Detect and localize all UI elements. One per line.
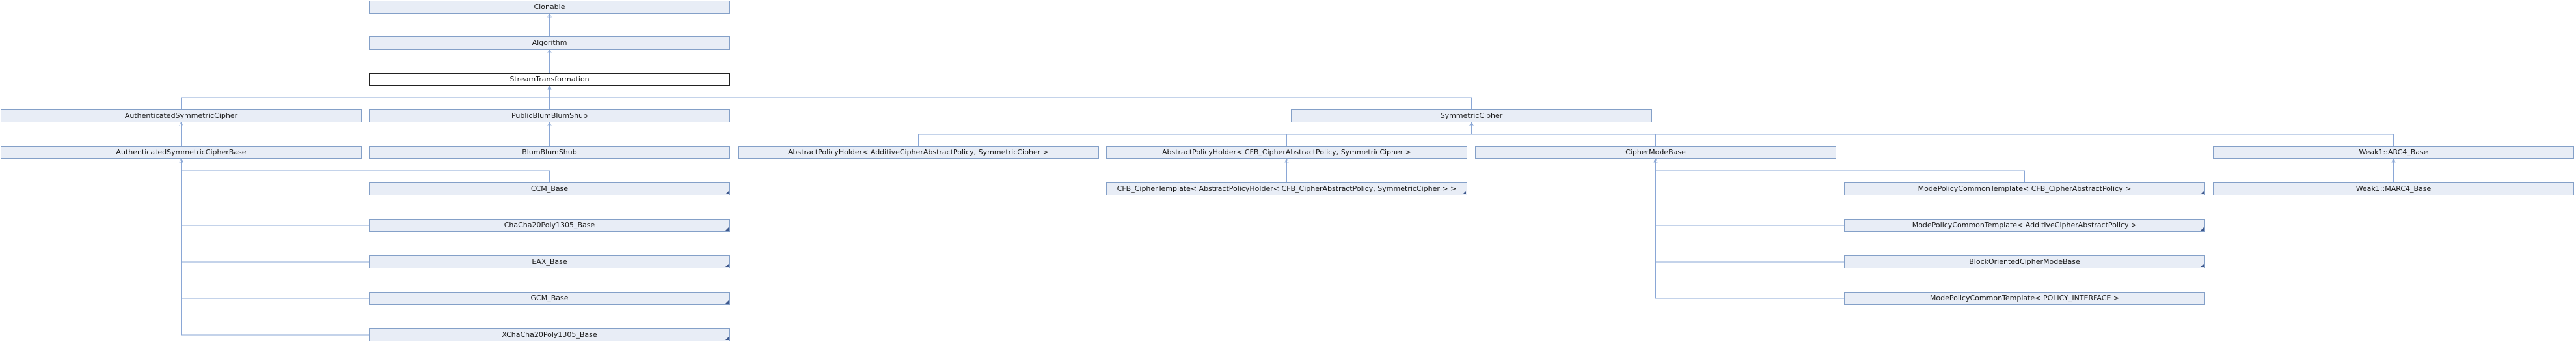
edge-gcm_base-to-authenticated_symmetric_cipher_base xyxy=(182,159,369,299)
node-block-oriented-cipher-mode-base[interactable]: BlockOrientedCipherModeBase xyxy=(1844,255,2205,268)
node-xchacha20poly1305-base[interactable]: XChaCha20Poly1305_Base xyxy=(369,328,730,341)
node-stream-transformation: StreamTransformation xyxy=(369,73,730,86)
edge-block_oriented_cipher_mode_base-to-cipher_mode_base xyxy=(1656,159,1844,263)
node-mode-policy-cfb[interactable]: ModePolicyCommonTemplate< CFB_CipherAbst… xyxy=(1844,182,2205,195)
node-chacha20poly1305-base[interactable]: ChaCha20Poly1305_Base xyxy=(369,219,730,232)
edge-mode_policy_policy_interface-to-cipher_mode_base xyxy=(1656,159,1844,299)
node-abstract-policy-holder-additive[interactable]: AbstractPolicyHolder< AdditiveCipherAbst… xyxy=(738,146,1099,159)
node-weak1-marc4-base[interactable]: Weak1::MARC4_Base xyxy=(2213,182,2574,195)
node-blum-blum-shub[interactable]: BlumBlumShub xyxy=(369,146,730,159)
node-algorithm[interactable]: Algorithm xyxy=(369,36,730,50)
edge-chacha20poly1305_base-to-authenticated_symmetric_cipher_base xyxy=(182,159,369,226)
edge-authenticated_symmetric_cipher-to-stream_transformation xyxy=(181,86,550,109)
node-ccm-base[interactable]: CCM_Base xyxy=(369,182,730,195)
node-gcm-base[interactable]: GCM_Base xyxy=(369,292,730,305)
edge-mode_policy_additive-to-cipher_mode_base xyxy=(1656,159,1844,226)
edge-ccm_base-to-authenticated_symmetric_cipher_base xyxy=(182,159,550,182)
node-symmetric-cipher[interactable]: SymmetricCipher xyxy=(1291,109,1652,122)
node-cfb-cipher-template[interactable]: CFB_CipherTemplate< AbstractPolicyHolder… xyxy=(1106,182,1467,195)
node-mode-policy-additive[interactable]: ModePolicyCommonTemplate< AdditiveCipher… xyxy=(1844,219,2205,232)
node-weak1-arc4-base[interactable]: Weak1::ARC4_Base xyxy=(2213,146,2574,159)
node-authenticated-symmetric-cipher-base[interactable]: AuthenticatedSymmetricCipherBase xyxy=(1,146,362,159)
node-abstract-policy-holder-cfb[interactable]: AbstractPolicyHolder< CFB_CipherAbstract… xyxy=(1106,146,1467,159)
edge-eax_base-to-authenticated_symmetric_cipher_base xyxy=(182,159,369,263)
edge-weak1_arc4_base-to-symmetric_cipher xyxy=(1472,122,2394,146)
edge-symmetric_cipher-to-stream_transformation xyxy=(550,86,1472,109)
edge-abstract_policy_holder_cfb-to-symmetric_cipher xyxy=(1286,122,1472,146)
node-public-blum-blum-shub[interactable]: PublicBlumBlumShub xyxy=(369,109,730,122)
node-clonable[interactable]: Clonable xyxy=(369,1,730,14)
edge-mode_policy_cfb-to-cipher_mode_base xyxy=(1656,159,2025,182)
node-mode-policy-policy-interface[interactable]: ModePolicyCommonTemplate< POLICY_INTERFA… xyxy=(1844,292,2205,305)
node-eax-base[interactable]: EAX_Base xyxy=(369,255,730,268)
node-authenticated-symmetric-cipher[interactable]: AuthenticatedSymmetricCipher xyxy=(1,109,362,122)
edge-xchacha20poly1305_base-to-authenticated_symmetric_cipher_base xyxy=(182,159,369,336)
node-cipher-mode-base[interactable]: CipherModeBase xyxy=(1475,146,1836,159)
